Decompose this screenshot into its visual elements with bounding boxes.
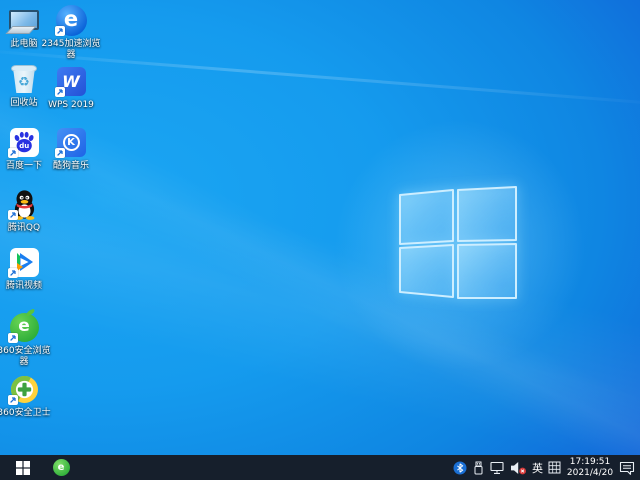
- clock-time: 17:19:51: [569, 457, 611, 467]
- shortcut-arrow-icon: [55, 87, 65, 97]
- taskbar-clock[interactable]: 17:19:51 2021/4/20: [566, 457, 614, 478]
- icon-label: 360安全卫士: [0, 408, 51, 418]
- icon-label: 回收站: [10, 98, 38, 108]
- clock-date: 2021/4/20: [566, 467, 614, 478]
- windows-logo-icon: [16, 460, 30, 475]
- this-pc-icon: [5, 4, 40, 36]
- ime-mode-icon[interactable]: [548, 455, 561, 480]
- 360-browser-taskbar-icon: e: [52, 459, 70, 476]
- shortcut-arrow-icon: [8, 333, 18, 343]
- icon-label: 2345加速浏览器: [41, 39, 101, 60]
- desktop-icon-2345-browser[interactable]: e 2345加速浏览器: [39, 4, 103, 61]
- usb-device-tray-icon[interactable]: [472, 455, 485, 480]
- shortcut-arrow-icon: [8, 210, 18, 220]
- 360-safeguard-icon: [8, 373, 40, 405]
- desktop-icon-tencent-video[interactable]: 腾讯视频: [0, 246, 56, 292]
- language-indicator[interactable]: 英: [532, 455, 543, 480]
- icon-label: 腾讯QQ: [7, 223, 41, 233]
- kugou-music-icon: K: [55, 126, 87, 158]
- icon-label: 百度一下: [5, 161, 42, 171]
- tencent-qq-icon: [8, 188, 40, 220]
- taskbar: e 英 17:19:51 2021/4/20: [0, 455, 640, 480]
- network-tray-icon[interactable]: [490, 455, 505, 480]
- wps-2019-icon: W: [55, 65, 87, 97]
- desktop-icon-tencent-qq[interactable]: 腾讯QQ: [0, 188, 56, 234]
- desktop-wallpaper[interactable]: 此电脑 e 2345加速浏览器 ♻ 回收站 W WPS 2019 du 百度一下…: [0, 0, 640, 480]
- icon-label: 腾讯视频: [5, 281, 42, 291]
- tencent-video-icon: [8, 246, 40, 278]
- shortcut-arrow-icon: [55, 26, 65, 36]
- desktop-icon-wps-2019[interactable]: W WPS 2019: [39, 65, 103, 111]
- volume-muted-tray-icon[interactable]: [510, 455, 527, 480]
- start-button[interactable]: [0, 455, 46, 480]
- icon-label: 360安全浏览器: [0, 346, 51, 367]
- shortcut-arrow-icon: [8, 395, 18, 405]
- system-tray: 英 17:19:51 2021/4/20: [453, 455, 640, 480]
- shortcut-arrow-icon: [8, 268, 18, 278]
- icon-label: 酷狗音乐: [52, 161, 89, 171]
- desktop-icon-360-browser[interactable]: e 360安全浏览器: [0, 308, 56, 368]
- baidu-icon: du: [8, 126, 40, 158]
- bluetooth-tray-icon[interactable]: [453, 455, 467, 480]
- svg-text:du: du: [19, 142, 29, 150]
- shortcut-arrow-icon: [8, 148, 18, 158]
- wallpaper-windows-logo: [399, 186, 517, 299]
- action-center-icon: [619, 461, 635, 475]
- desktop-icon-kugou-music[interactable]: K 酷狗音乐: [39, 126, 103, 172]
- taskbar-app-360-browser[interactable]: e: [46, 455, 76, 480]
- desktop-icon-360-safeguard[interactable]: 360安全卫士: [0, 373, 56, 419]
- action-center-button[interactable]: [619, 455, 635, 480]
- icon-label: WPS 2019: [48, 100, 94, 110]
- shortcut-arrow-icon: [55, 148, 65, 158]
- 360-browser-icon: e: [8, 308, 40, 343]
- icon-label: 此电脑: [10, 39, 38, 49]
- recycle-bin-icon: ♻: [8, 63, 40, 95]
- 2345-browser-icon: e: [55, 4, 87, 36]
